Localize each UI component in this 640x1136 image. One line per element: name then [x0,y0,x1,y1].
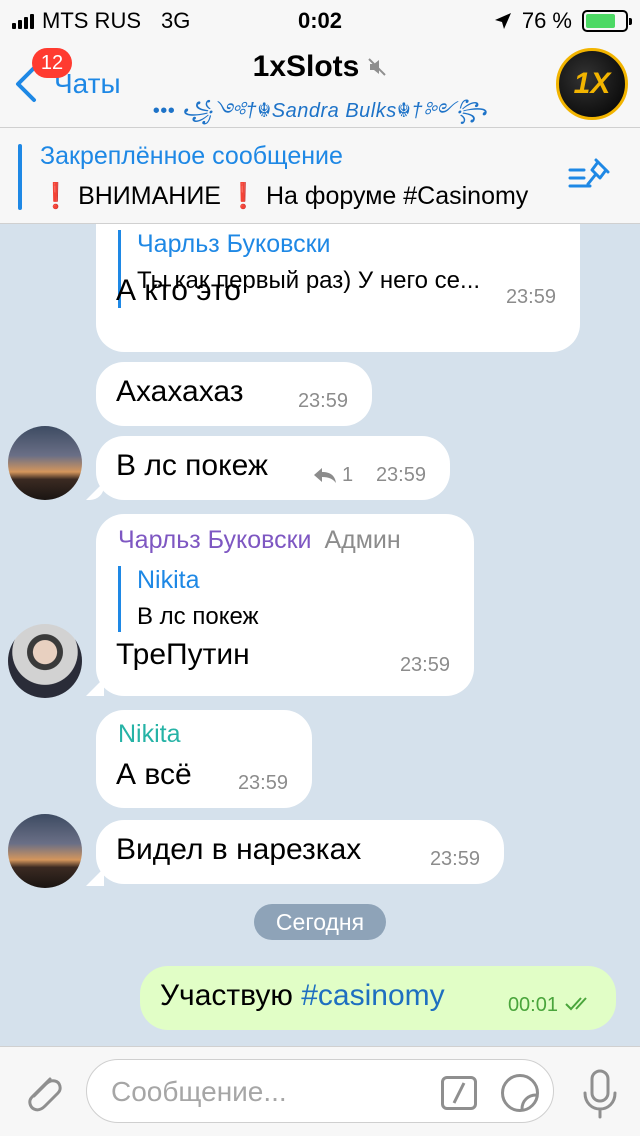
status-bar: MTS RUS 3G 0:02 76 % [0,0,640,40]
sender-row: Чарльз Буковски Админ [118,526,401,555]
message-bubble[interactable]: Ахахахаз 23:59 [96,362,372,426]
message-text: В лс покеж [116,449,268,482]
message-input[interactable] [111,1072,441,1112]
reply-arrow-icon [314,468,336,483]
message-time: 00:01 [507,994,558,1016]
message-text: А всё [116,758,192,791]
paperclip-icon[interactable] [18,1069,68,1119]
avatar[interactable] [8,426,82,500]
message-text: ТреПутин [116,638,250,671]
sticker-icon[interactable] [501,1074,539,1112]
message-bubble[interactable]: В лс покеж 1 23:59 [96,436,450,500]
message-text: А кто это [116,274,241,307]
message-time: 23:59 [429,848,480,870]
message-text: Участвую #casinomy [160,979,445,1013]
message-text: Видел в нарезках [116,833,362,866]
reply-text: В лс покеж [137,603,259,630]
double-check-icon [565,997,587,1011]
sender-role: Админ [324,526,401,554]
message-time: 23:59 [505,286,556,308]
message-bubble[interactable]: Nikita А всё 23:59 [96,710,312,808]
sender-name[interactable]: Nikita [118,720,181,749]
chat-title-row: 1xSlots [253,50,388,84]
message-plain-text: Участвую [160,979,302,1012]
message-bubble[interactable]: Чарльз Буковски Ты как первый раз) У нег… [96,224,580,352]
reply-quote[interactable]: Nikita В лс покеж [118,566,259,632]
muted-icon [368,58,387,76]
avatar[interactable] [8,624,82,698]
pinned-text: ❗ ВНИМАНИЕ ❗ На форуме #Casinomy [40,182,529,210]
sender-name[interactable]: Чарльз Буковски [118,526,312,554]
message-bubble[interactable]: Видел в нарезках 23:59 [96,820,504,884]
message-time: 23:59 [375,464,426,486]
pinned-list-icon[interactable] [568,158,612,194]
message-list[interactable]: Чарльз Буковски Ты как первый раз) У нег… [0,224,640,1046]
battery-icon [582,10,632,32]
microphone-icon[interactable] [580,1067,620,1121]
location-arrow-icon [494,13,511,29]
reply-count: 1 [342,464,354,486]
outgoing-message-bubble[interactable]: Участвую #casinomy 00:01 [140,966,616,1030]
channel-avatar[interactable]: 1X [556,48,628,120]
compose-bar [0,1046,640,1136]
hashtag-link[interactable]: #casinomy [301,979,444,1012]
date-separator: Сегодня [254,904,386,940]
pinned-accent-bar [18,144,22,210]
reply-author: Чарльз Буковски [137,230,331,258]
bot-command-icon[interactable] [441,1076,477,1110]
pinned-title: Закреплённое сообщение [40,142,343,170]
pinned-message[interactable]: Закреплённое сообщение ❗ ВНИМАНИЕ ❗ На ф… [0,128,640,224]
message-time: 23:59 [237,772,288,794]
message-input-wrapper[interactable] [86,1059,554,1123]
message-bubble[interactable]: Чарльз Буковски Админ Nikita В лс покеж … [96,514,474,696]
status-right: 76 % [494,8,632,34]
avatar[interactable] [8,814,82,888]
reply-author: Nikita [137,566,200,594]
message-text: Ахахахаз [116,375,244,408]
message-time: 23:59 [399,654,450,676]
battery-percent: 76 % [521,8,572,33]
message-time: 23:59 [297,390,348,412]
chat-header: Чаты 12 1xSlots ••• ꧁༺†☬Sandra Bulks☬†༻꧂… [0,40,640,128]
chat-title: 1xSlots [252,50,360,83]
